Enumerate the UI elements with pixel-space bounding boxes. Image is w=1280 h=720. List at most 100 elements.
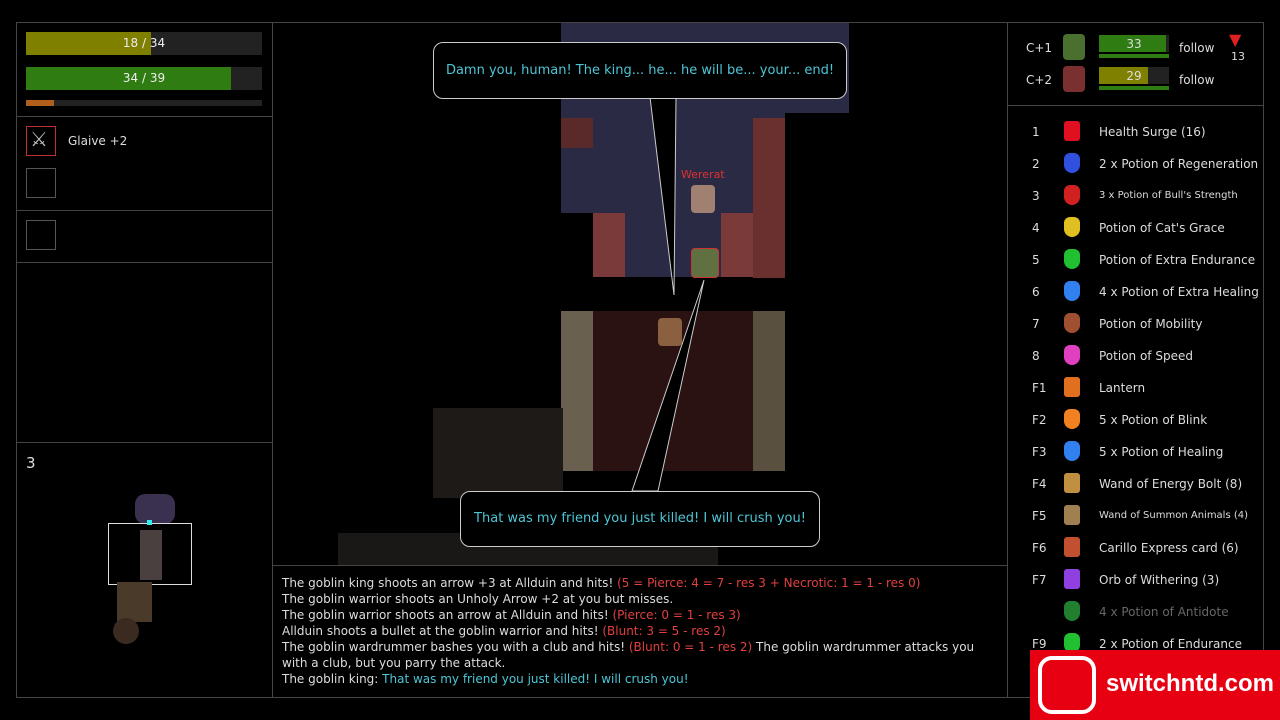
hotkey: 6 — [1032, 285, 1040, 299]
hotbar-item[interactable]: 7 Potion of Mobility — [1008, 308, 1263, 340]
hotbar-item[interactable]: F3 5 x Potion of Healing — [1008, 436, 1263, 468]
log-line: The goblin king shoots an arrow +3 at Al… — [282, 575, 992, 591]
hotbar-label: 5 x Potion of Healing — [1099, 445, 1224, 459]
log-line: The goblin warrior shoots an Unholy Arro… — [282, 591, 992, 607]
ally-stamina-bar — [1099, 54, 1169, 58]
log-segment: (Pierce: 0 = 1 - res 3) — [612, 608, 741, 622]
hotbar-label: 3 x Potion of Bull's Strength — [1099, 190, 1238, 201]
message-log: The goblin king shoots an arrow +3 at Al… — [282, 575, 992, 687]
log-line: Allduin shoots a bullet at the goblin wa… — [282, 623, 992, 639]
potion-icon — [1064, 281, 1080, 301]
down-arrow-icon: ▼ — [1229, 30, 1242, 49]
hotkey: 1 — [1032, 125, 1040, 139]
hotbar-label: Wand of Energy Bolt (8) — [1099, 477, 1243, 491]
hotbar-item[interactable]: 2 2 x Potion of Regeneration — [1008, 148, 1263, 180]
hotbar-label: Potion of Cat's Grace — [1099, 221, 1225, 235]
hotbar-item[interactable]: 3 3 x Potion of Bull's Strength — [1008, 180, 1263, 212]
hotbar-item[interactable]: 5 Potion of Extra Endurance — [1008, 244, 1263, 276]
lantern-icon — [1064, 377, 1080, 397]
ally-stamina-bar — [1099, 86, 1169, 90]
hotkey: 7 — [1032, 317, 1040, 331]
log-segment: (Blunt: 3 = 5 - res 2) — [602, 624, 726, 638]
hotkey: 8 — [1032, 349, 1040, 363]
ally-row[interactable]: C+1 33 follow — [1008, 32, 1263, 64]
ally-hp-bar: 33 — [1099, 35, 1169, 52]
orb-icon — [1064, 569, 1080, 589]
log-line: The goblin king: That was my friend you … — [282, 671, 992, 687]
watermark-logo: switchntd.com — [1030, 650, 1280, 720]
wand-icon — [1064, 473, 1080, 493]
log-segment: (5 = Pierce: 4 = 7 - res 3 + Necrotic: 1… — [617, 576, 921, 590]
card-icon — [1064, 537, 1080, 557]
hotbar-item[interactable]: 1 Health Surge (16) — [1008, 116, 1263, 148]
speech-bubble-bottom: That was my friend you just killed! I wi… — [460, 491, 820, 547]
hotbar-item[interactable]: F1 Lantern — [1008, 372, 1263, 404]
hotkey: F6 — [1032, 541, 1047, 555]
log-line: The goblin wardrummer bashes you with a … — [282, 639, 992, 671]
potion-icon — [1064, 409, 1080, 429]
hotkey: F4 — [1032, 477, 1047, 491]
log-segment: Allduin shoots a bullet at the goblin wa… — [282, 624, 603, 638]
hotbar-item[interactable]: F6 Carillo Express card (6) — [1008, 532, 1263, 564]
hotbar-label: 4 x Potion of Antidote — [1099, 605, 1229, 619]
hotbar-label: 2 x Potion of Endurance — [1099, 637, 1242, 651]
hotkey: F5 — [1032, 509, 1047, 523]
hotbar-item[interactable]: F4 Wand of Energy Bolt (8) — [1008, 468, 1263, 500]
hotbar-label: 5 x Potion of Blink — [1099, 413, 1208, 427]
hotbar-item[interactable]: F5 Wand of Summon Animals (4) — [1008, 500, 1263, 532]
log-segment: The goblin warrior shoots an arrow at Al… — [282, 608, 613, 622]
potion-icon — [1064, 217, 1080, 237]
hotbar-label: Lantern — [1099, 381, 1146, 395]
log-segment: The goblin warrior shoots an Unholy Arro… — [282, 592, 674, 606]
log-line: The goblin warrior shoots an arrow at Al… — [282, 607, 992, 623]
ally-portrait — [1063, 66, 1085, 92]
hotbar-item[interactable]: F7 Orb of Withering (3) — [1008, 564, 1263, 596]
ally-key: C+2 — [1026, 73, 1053, 87]
heart-icon — [1064, 121, 1080, 141]
ally-order[interactable]: follow — [1179, 73, 1214, 87]
log-segment: (Blunt: 0 = 1 - res 2) — [628, 640, 753, 654]
hotbar-item[interactable]: 8 Potion of Speed — [1008, 340, 1263, 372]
hotkey: F7 — [1032, 573, 1047, 587]
hotbar-label: 2 x Potion of Regeneration — [1099, 157, 1259, 171]
ally-hp-bar: 29 — [1099, 67, 1169, 84]
potion-icon — [1064, 441, 1080, 461]
hotbar-label: 4 x Potion of Extra Healing — [1099, 285, 1259, 299]
hotbar-label: Wand of Summon Animals (4) — [1099, 510, 1249, 521]
ally-key: C+1 — [1026, 41, 1053, 55]
hotbar-label: Potion of Speed — [1099, 349, 1193, 363]
log-segment: The goblin king shoots an arrow +3 at Al… — [282, 576, 618, 590]
hotbar-item[interactable]: F2 5 x Potion of Blink — [1008, 404, 1263, 436]
potion-icon — [1064, 313, 1080, 333]
hotbar-label: Potion of Extra Endurance — [1099, 253, 1256, 267]
log-segment: That was my friend you just killed! I wi… — [382, 672, 689, 686]
depth-value: 13 — [1231, 50, 1245, 63]
hotkey: 5 — [1032, 253, 1040, 267]
hotbar-item[interactable]: 4 Potion of Cat's Grace — [1008, 212, 1263, 244]
ally-order[interactable]: follow — [1179, 41, 1214, 55]
potion-icon — [1064, 153, 1080, 173]
hotkey: F9 — [1032, 637, 1047, 651]
speech-bubble-top: Damn you, human! The king... he... he wi… — [433, 42, 847, 99]
hotkey: F1 — [1032, 381, 1047, 395]
wand-icon — [1064, 505, 1080, 525]
potion-icon — [1064, 601, 1080, 621]
hotbar-label: Potion of Mobility — [1099, 317, 1203, 331]
ally-portrait — [1063, 34, 1085, 60]
hotbar-label: Orb of Withering (3) — [1099, 573, 1220, 587]
hotbar-item[interactable]: 4 x Potion of Antidote — [1008, 596, 1263, 628]
potion-icon — [1064, 345, 1080, 365]
log-segment: The goblin wardrummer bashes you with a … — [282, 640, 629, 654]
hotkey: 2 — [1032, 157, 1040, 171]
hotkey: F2 — [1032, 413, 1047, 427]
potion-icon — [1064, 185, 1080, 205]
log-segment: The goblin king: — [282, 672, 383, 686]
hotbar-label: Carillo Express card (6) — [1099, 541, 1239, 555]
hotkey: 4 — [1032, 221, 1040, 235]
hotkey: 3 — [1032, 189, 1040, 203]
ally-row[interactable]: C+2 29 follow — [1008, 64, 1263, 96]
hotbar-item[interactable]: 6 4 x Potion of Extra Healing — [1008, 276, 1263, 308]
hotkey: F3 — [1032, 445, 1047, 459]
potion-icon — [1064, 249, 1080, 269]
hotbar-label: Health Surge (16) — [1099, 125, 1206, 139]
